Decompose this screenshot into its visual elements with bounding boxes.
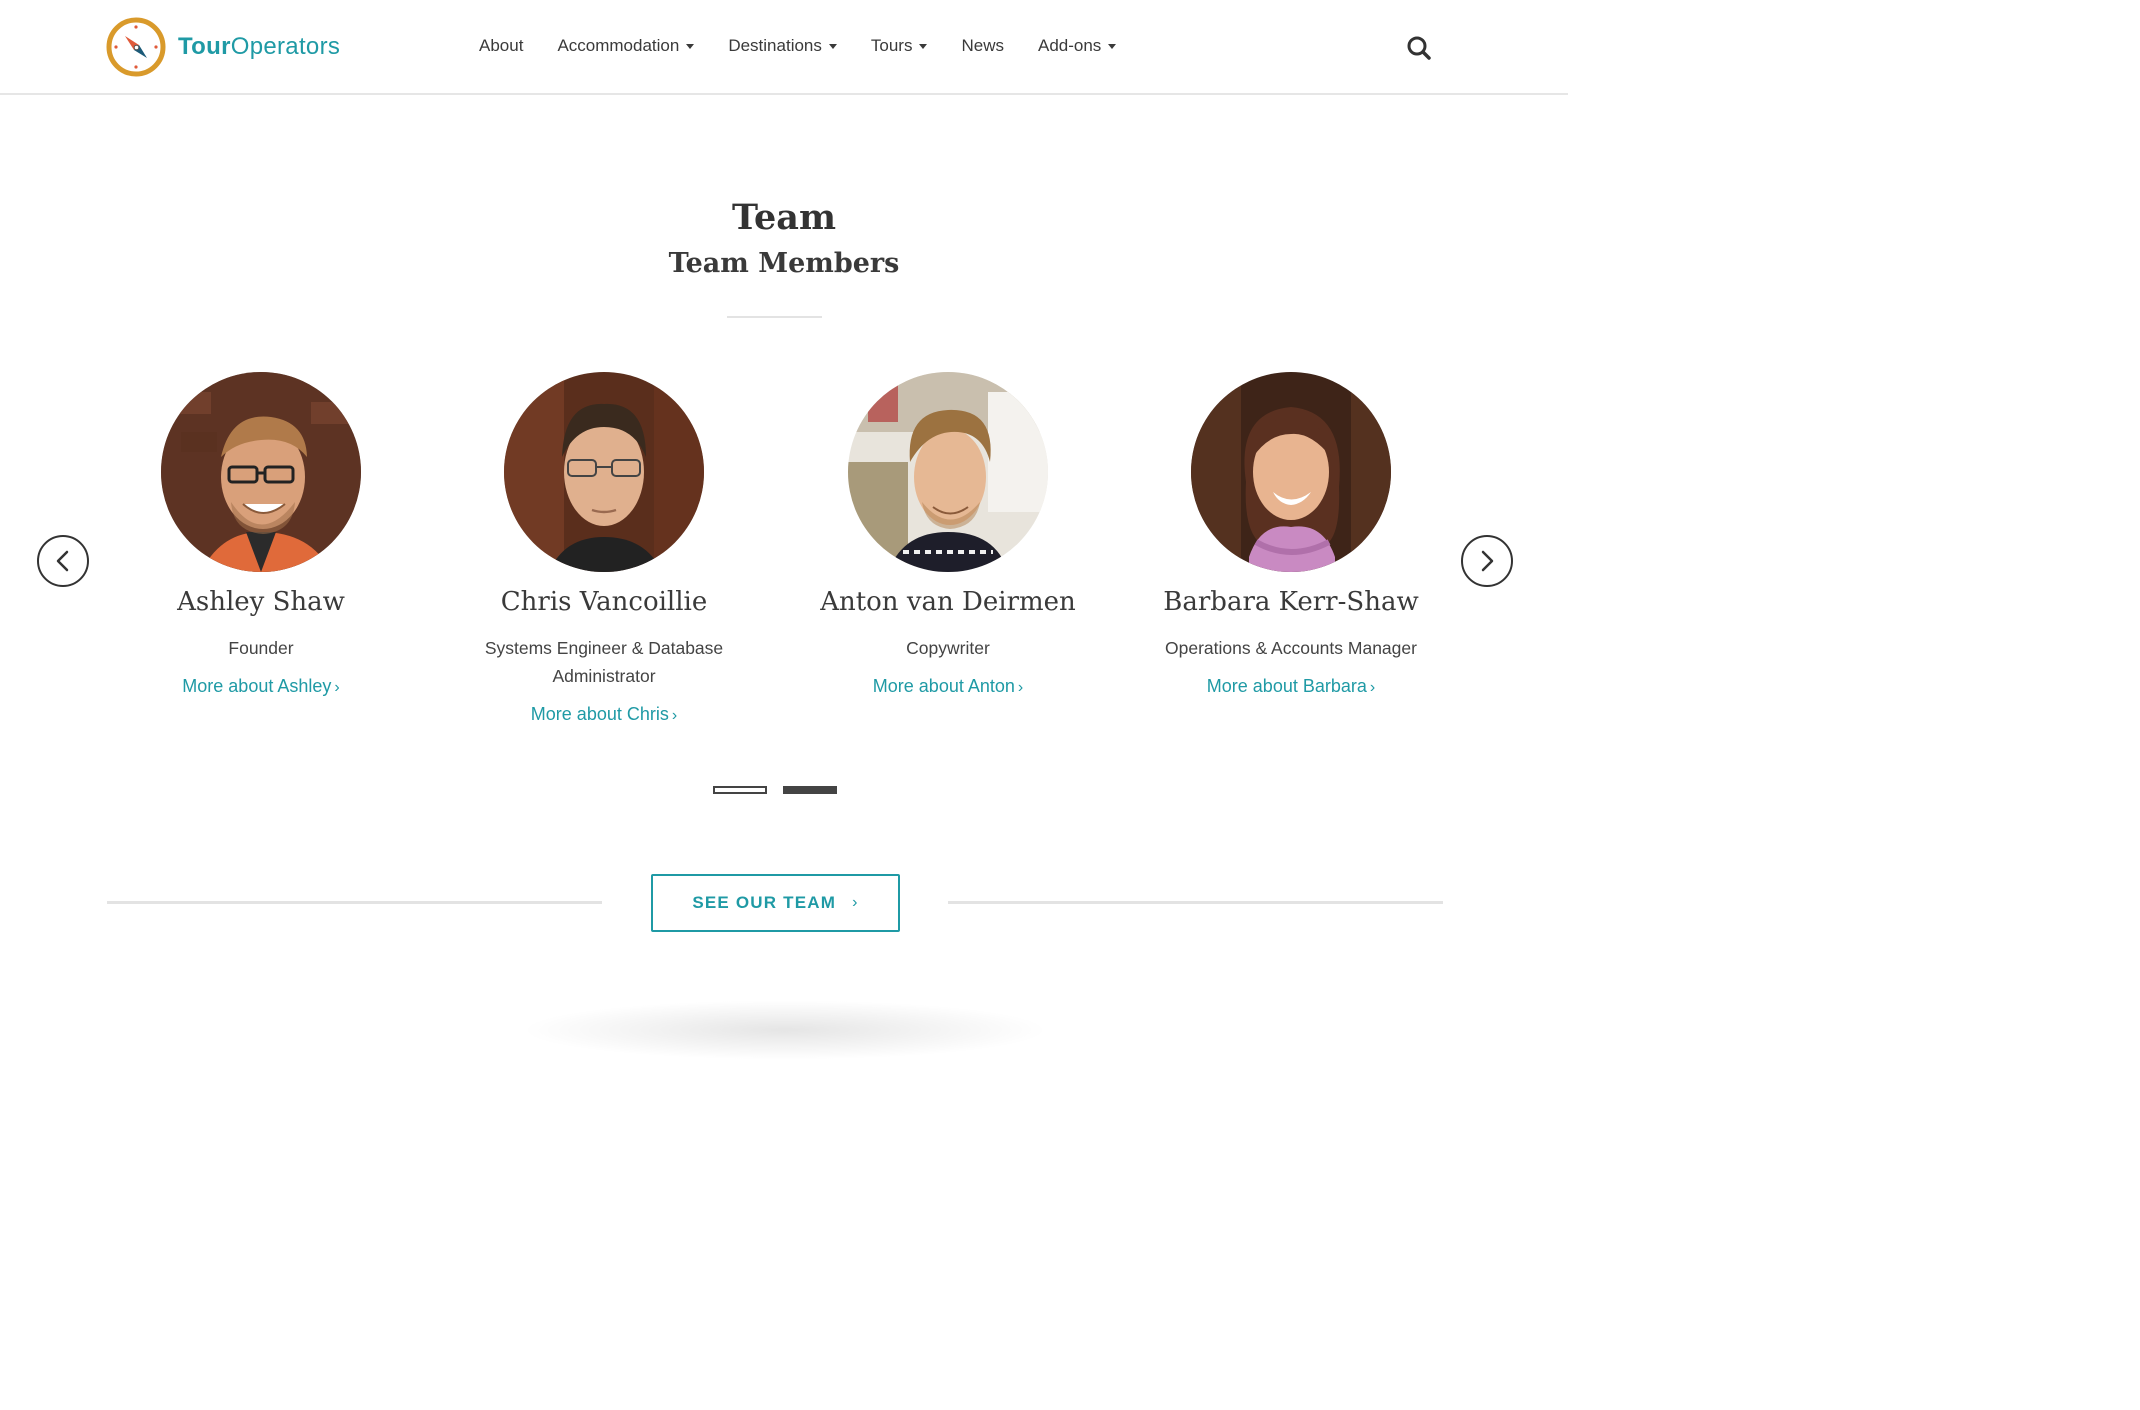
member-role: Founder	[228, 638, 294, 658]
link-label: More about Ashley	[182, 676, 332, 696]
avatar-photo	[848, 372, 1048, 572]
nav-label: About	[479, 36, 524, 55]
more-about-link[interactable]: More about Anton ›	[873, 676, 1023, 697]
more-about-link[interactable]: More about Chris ›	[531, 704, 677, 725]
avatar-ashley-shaw[interactable]	[161, 372, 361, 572]
carousel-dot-1[interactable]	[713, 786, 767, 794]
chevron-right-icon	[1481, 550, 1494, 572]
nav-item-accommodation[interactable]: Accommodation	[540, 30, 711, 62]
link-label: More about Anton	[872, 676, 1015, 696]
member-name: Ashley Shaw	[177, 587, 345, 617]
section-subtitle: Team Members	[668, 248, 900, 279]
carousel-dot-2[interactable]	[783, 786, 837, 794]
chevron-right-icon: ›	[1369, 679, 1376, 696]
avatar-photo	[161, 372, 361, 572]
title-divider	[727, 316, 822, 318]
chevron-left-icon	[56, 550, 69, 572]
member-name: Barbara Kerr-Shaw	[1163, 587, 1419, 617]
see-our-team-button[interactable]: SEE OUR TEAM ›	[651, 874, 900, 932]
brand-name: TourOperators	[178, 33, 340, 61]
member-role: Copywriter	[906, 638, 990, 658]
chevron-right-icon: ›	[671, 707, 678, 724]
brand-name-bold: Tour	[178, 33, 231, 60]
carousel-next-button[interactable]	[1461, 535, 1513, 587]
nav-label: News	[961, 36, 1004, 55]
caret-down-icon	[828, 43, 837, 49]
avatar-chris-vancoillie[interactable]	[504, 372, 704, 572]
carousel-pagination	[713, 786, 853, 794]
main-nav: About Accommodation Destinations Tours N…	[462, 30, 1133, 62]
team-member-card: Chris Vancoillie Systems Engineer & Data…	[444, 372, 764, 725]
nav-item-destinations[interactable]: Destinations	[711, 30, 854, 62]
nav-label: Accommodation	[557, 36, 680, 55]
member-role: Systems Engineer & Database Administrato…	[484, 638, 724, 686]
search-icon	[1407, 36, 1431, 60]
avatar-photo	[504, 372, 704, 572]
team-member-card: Barbara Kerr-Shaw Operations & Accounts …	[1131, 372, 1451, 697]
more-about-link[interactable]: More about Barbara ›	[1207, 676, 1375, 697]
avatar-barbara-kerr-shaw[interactable]	[1191, 372, 1391, 572]
team-member-card: Ashley Shaw Founder More about Ashley ›	[101, 372, 421, 697]
caret-down-icon	[919, 43, 928, 49]
avatar-anton-van-deirmen[interactable]	[848, 372, 1048, 572]
nav-item-about[interactable]: About	[462, 30, 540, 62]
search-button[interactable]	[1404, 33, 1434, 63]
carousel-prev-button[interactable]	[37, 535, 89, 587]
link-label: More about Chris	[530, 704, 669, 724]
chevron-right-icon: ›	[334, 679, 340, 696]
caret-down-icon	[686, 43, 695, 49]
caret-down-icon	[1108, 43, 1117, 49]
chevron-right-icon: ›	[1017, 679, 1024, 696]
nav-label: Tours	[870, 36, 913, 55]
link-label: More about Barbara	[1206, 676, 1367, 696]
team-member-card: Anton van Deirmen Copywriter More about …	[788, 372, 1108, 697]
member-role: Operations & Accounts Manager	[1165, 638, 1417, 658]
nav-item-tours[interactable]: Tours	[854, 30, 945, 62]
member-name: Anton van Deirmen	[820, 587, 1076, 617]
chevron-right-icon: ›	[852, 894, 859, 911]
section-title: Team	[731, 197, 836, 238]
member-name: Chris Vancoillie	[500, 587, 708, 617]
divider-line-right	[948, 901, 1443, 904]
brand-name-light: Operators	[230, 33, 341, 60]
cta-label: SEE OUR TEAM	[692, 893, 837, 912]
divider-line-left	[107, 901, 602, 904]
more-about-link[interactable]: More about Ashley ›	[182, 676, 339, 697]
nav-item-add-ons[interactable]: Add-ons	[1021, 30, 1133, 62]
nav-item-news[interactable]: News	[944, 30, 1021, 62]
compass-logo-icon	[106, 17, 166, 77]
section-shadow	[520, 1000, 1050, 1060]
nav-label: Add-ons	[1037, 36, 1102, 55]
site-logo[interactable]: TourOperators	[106, 16, 340, 78]
nav-label: Destinations	[728, 36, 822, 55]
avatar-photo	[1191, 372, 1391, 572]
site-header: TourOperators About Accommodation Destin…	[0, 0, 1568, 95]
